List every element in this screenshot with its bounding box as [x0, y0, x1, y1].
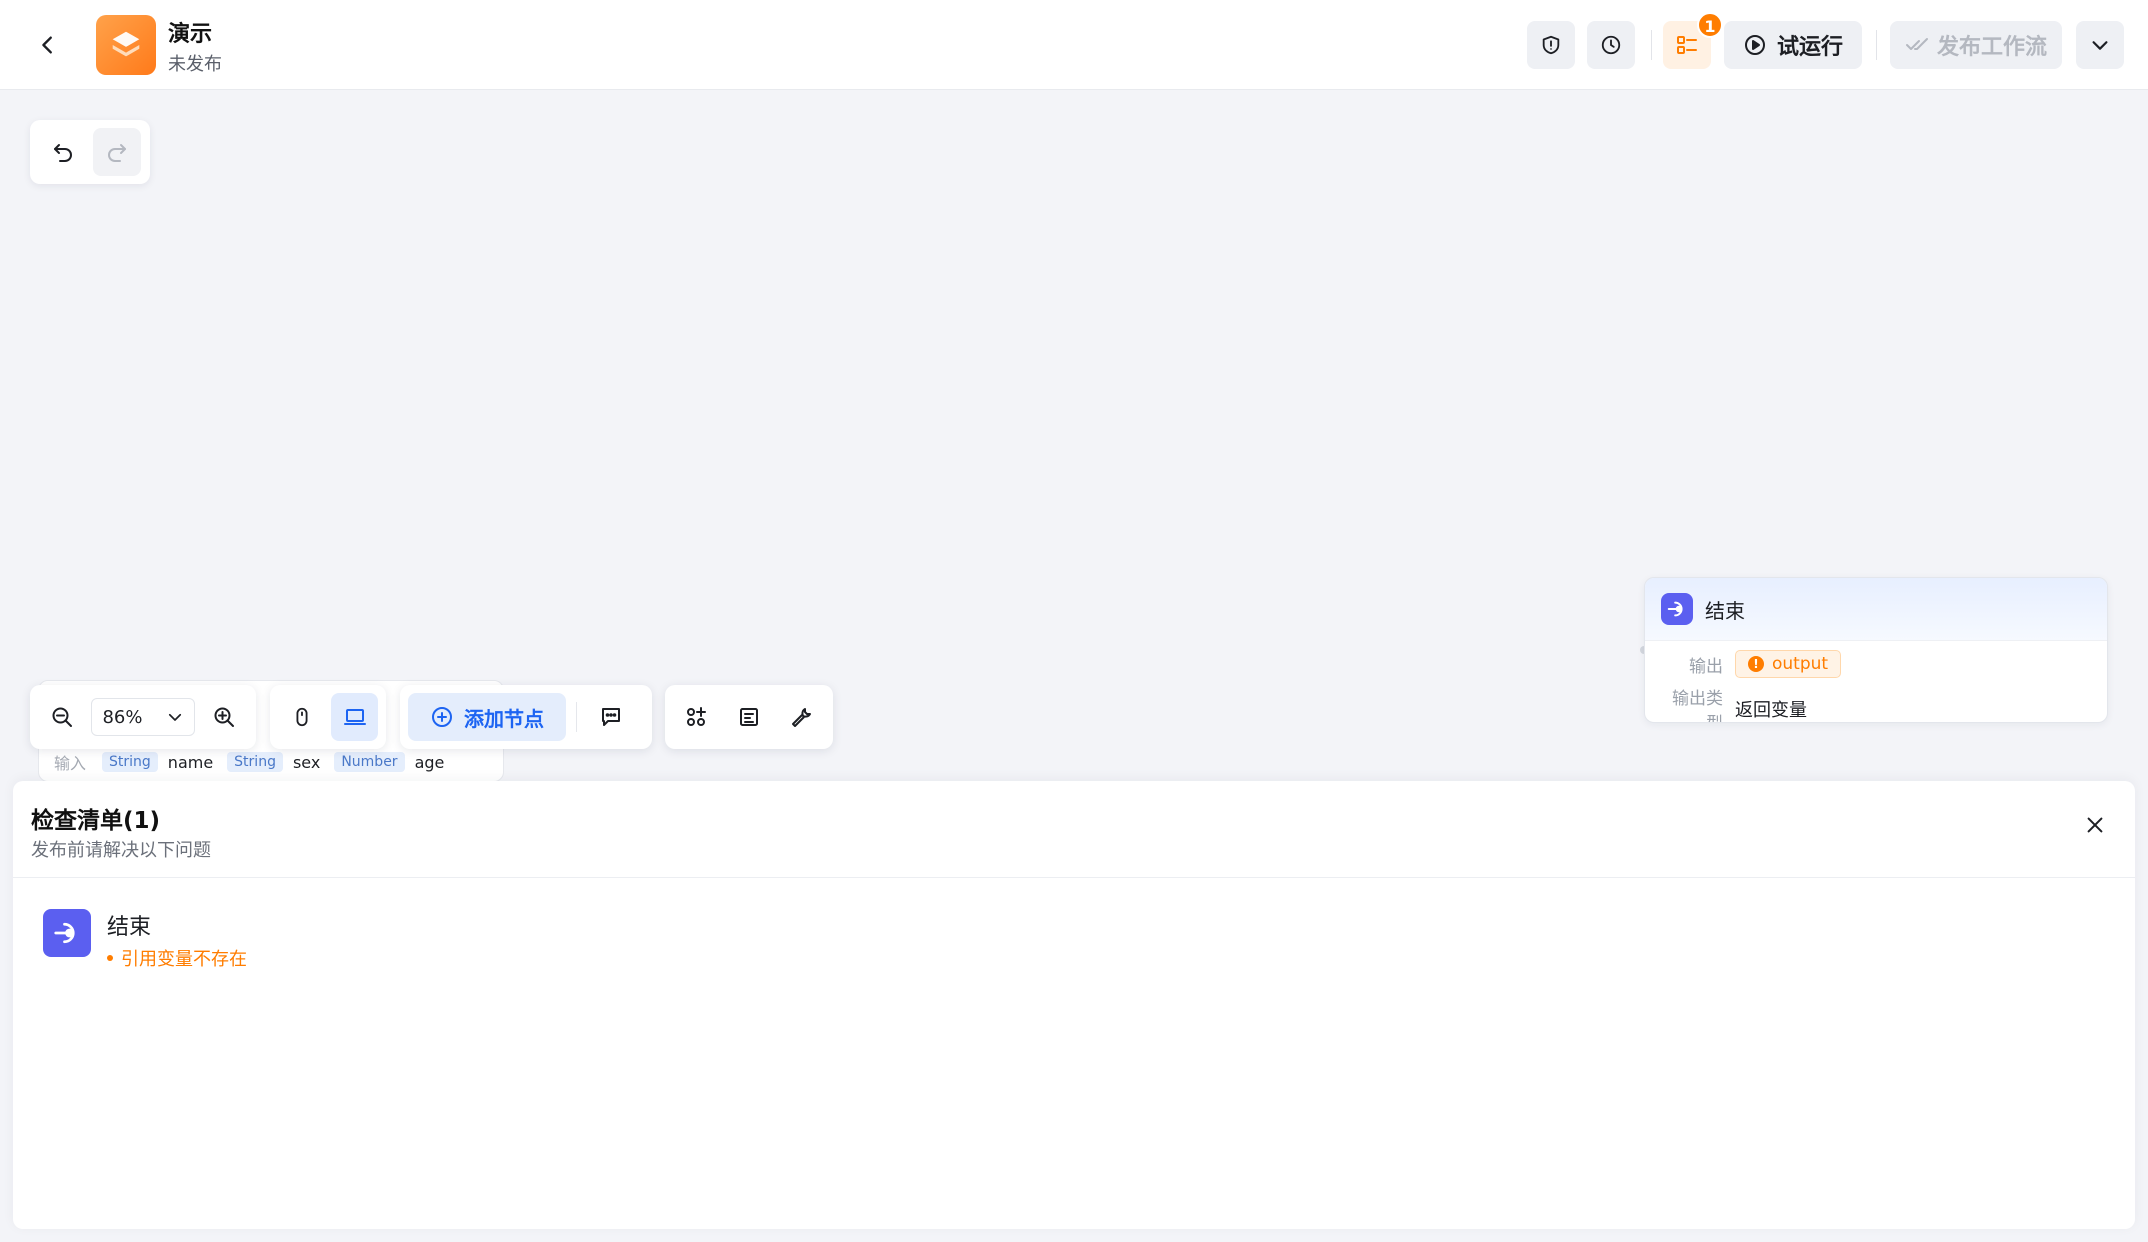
checklist-title: 检查清单(1) [31, 808, 161, 834]
redo-icon [108, 144, 126, 162]
redo-button[interactable] [93, 128, 141, 176]
zoom-out-icon [52, 707, 72, 727]
input-type-tag: String [227, 752, 283, 772]
comment-icon [602, 708, 620, 726]
canvas-tools [665, 685, 833, 749]
app-logo [96, 15, 156, 75]
output-type-label: 输出类型 [1672, 689, 1723, 722]
checklist-panel: 检查清单(1) 发布前请解决以下问题 结束 引用变量不存在 [13, 781, 2135, 1229]
publish-options-dropdown[interactable] [2076, 21, 2124, 69]
header-divider [1876, 30, 1877, 60]
test-run-label: 试运行 [1776, 35, 1843, 60]
clock-icon [1601, 35, 1621, 55]
exit-icon [1667, 601, 1683, 617]
chevron-down-icon [2092, 41, 2108, 50]
end-node-title: 结束 [1705, 598, 1745, 623]
zoom-in-button[interactable] [201, 693, 248, 741]
undo-icon [54, 144, 72, 162]
double-check-icon [1905, 38, 1928, 50]
add-comment-button[interactable] [587, 693, 635, 741]
plus-circle-icon [432, 707, 452, 727]
app-title: 演示 [168, 22, 213, 47]
end-node-output-type-row: 输出类型 返回变量 [1661, 684, 1807, 722]
output-type-value: 返回变量 [1735, 700, 1807, 721]
back-button[interactable] [30, 27, 66, 63]
trackpad-mode-button[interactable] [331, 693, 378, 741]
zoom-controls: 86% [30, 685, 256, 749]
output-variable-tag[interactable]: ! output [1735, 650, 1842, 678]
history-controls [30, 120, 150, 184]
input-var-name: sex [292, 752, 321, 772]
input-label: 输入 [54, 754, 87, 773]
mouse-mode-button[interactable] [278, 693, 325, 741]
zoom-in-icon [214, 707, 235, 727]
publish-workflow-label: 发布工作流 [1936, 35, 2047, 60]
input-type-tag: String [102, 752, 158, 772]
checklist-item[interactable]: 结束 引用变量不存在 [43, 907, 543, 977]
logs-button[interactable] [726, 693, 773, 741]
chevron-down-icon [168, 713, 181, 721]
bullet-icon [107, 955, 113, 961]
end-node-icon [1661, 593, 1693, 625]
play-circle-icon [1744, 35, 1765, 55]
history-button[interactable] [1587, 21, 1635, 69]
zoom-level-select[interactable]: 86% [91, 698, 195, 736]
app-status: 未发布 [168, 54, 222, 75]
exit-icon [54, 922, 75, 944]
interaction-mode-controls [270, 685, 386, 749]
input-var-name: name [167, 752, 214, 772]
chevron-left-icon [42, 36, 52, 54]
checklist-item-error: 引用变量不存在 [107, 945, 247, 971]
document-list-icon [740, 708, 758, 726]
close-icon [2087, 817, 2103, 833]
publish-workflow-button[interactable]: 发布工作流 [1890, 21, 2062, 69]
toolbar-divider [576, 702, 577, 732]
warning-icon: ! [1748, 656, 1764, 672]
checklist-item-error-text: 引用变量不存在 [121, 949, 247, 970]
header-divider [1651, 30, 1652, 60]
shield-icon [1542, 35, 1560, 55]
undo-button[interactable] [39, 128, 87, 176]
checklist-subtitle: 发布前请解决以下问题 [31, 840, 211, 861]
close-checklist-button[interactable] [2075, 805, 2115, 845]
auto-layout-button[interactable] [673, 693, 720, 741]
add-node-controls: 添加节点 [400, 685, 652, 749]
checklist-badge: 1 [1697, 12, 1723, 38]
input-type-tag: Number [334, 752, 405, 772]
end-node-output-row: 输出 ! output [1661, 650, 1842, 678]
checklist-divider [13, 877, 2135, 878]
settings-tools-button[interactable] [778, 693, 825, 741]
end-node-header: 结束 [1645, 578, 2107, 641]
laptop-icon [343, 709, 366, 725]
output-variable-name: output [1772, 654, 1829, 674]
zoom-level-value: 86% [102, 706, 143, 728]
mouse-icon [296, 707, 307, 727]
start-node-inputs: 输入 String name String sex Number age [54, 750, 448, 774]
end-node-icon [43, 909, 91, 957]
wrench-icon [791, 708, 811, 727]
add-node-label: 添加节点 [464, 706, 544, 731]
add-node-button[interactable]: 添加节点 [408, 693, 566, 741]
checklist-icon [1677, 36, 1697, 54]
security-button[interactable] [1527, 21, 1575, 69]
apps-sparkle-icon [687, 707, 707, 726]
zoom-out-button[interactable] [38, 693, 85, 741]
checklist-item-node: 结束 [107, 915, 152, 940]
end-node[interactable]: 结束 输出 ! output 输出类型 返回变量 [1644, 577, 2108, 723]
output-label: 输出 [1689, 656, 1723, 677]
input-var-name: age [414, 752, 445, 772]
test-run-button[interactable]: 试运行 [1724, 21, 1862, 69]
layers-icon [112, 31, 140, 57]
top-header: 演示 未发布 1 试运行 发布工作流 [0, 0, 2148, 90]
